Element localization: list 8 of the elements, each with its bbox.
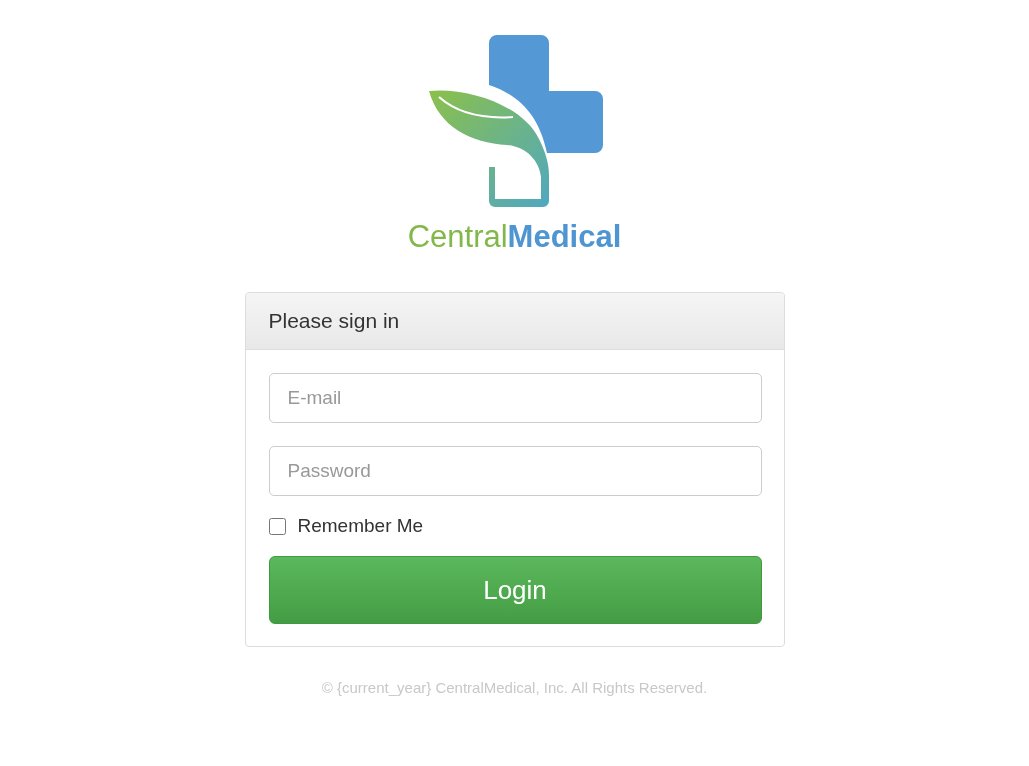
input-field[interactable]: E-mail	[268, 373, 762, 423]
logo-icon	[426, 35, 603, 207]
login-button[interactable]: Login	[268, 556, 762, 624]
panel-heading: Please sign in	[245, 293, 784, 350]
input-field[interactable]: Password	[268, 446, 762, 496]
remember-checkbox[interactable]	[268, 517, 286, 535]
remember-label: Remember Me	[297, 515, 424, 537]
logo-wordmark: CentralMedical	[407, 219, 622, 255]
